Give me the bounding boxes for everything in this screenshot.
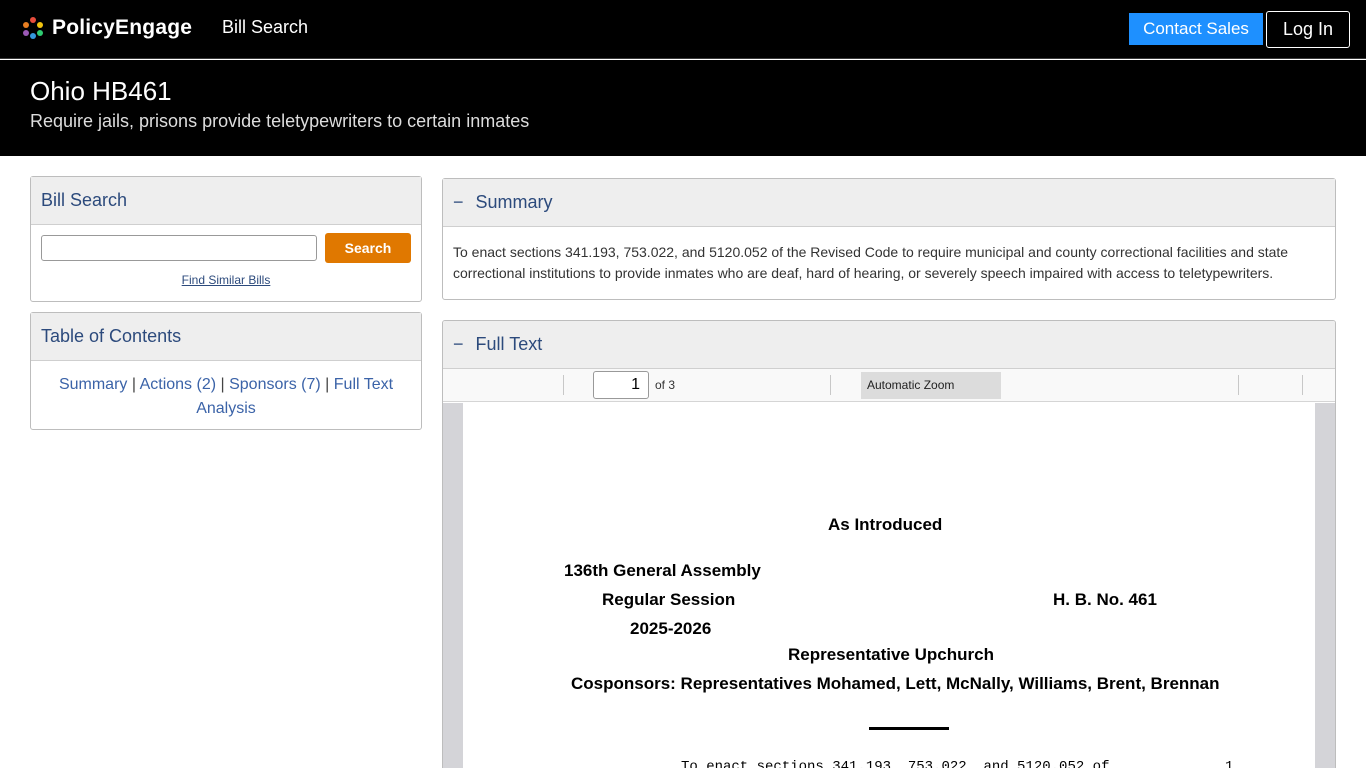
find-similar-bills-link[interactable]: Find Similar Bills	[31, 273, 421, 287]
full-text-header[interactable]: − Full Text	[443, 321, 1335, 369]
toolbar-divider	[1302, 375, 1303, 395]
logo-icon	[22, 17, 44, 39]
collapse-icon[interactable]: −	[453, 334, 464, 355]
toc-separator: |	[220, 376, 225, 393]
brand-name: PolicyEngage	[52, 16, 193, 39]
bill-search-panel: Bill Search Search Find Similar Bills	[30, 176, 422, 302]
search-input[interactable]	[41, 235, 317, 261]
toc-separator: |	[325, 376, 330, 393]
nav-bill-search-link[interactable]: Bill Search	[222, 17, 308, 38]
toc-link-full-text[interactable]: Full Text	[334, 376, 393, 393]
doc-cosponsors: Cosponsors: Representatives Mohamed, Let…	[571, 674, 1220, 693]
zoom-select[interactable]: Automatic Zoom	[861, 372, 1001, 399]
doc-line-number: 1	[1225, 759, 1234, 768]
toc-separator: |	[131, 376, 137, 393]
toc-link-analysis[interactable]: Analysis	[196, 400, 256, 417]
doc-status: As Introduced	[828, 515, 943, 534]
bill-header: Ohio HB461 Require jails, prisons provid…	[0, 60, 1366, 156]
doc-session: Regular Session	[602, 590, 736, 609]
doc-divider	[869, 727, 949, 730]
page-number-input[interactable]	[593, 371, 649, 399]
collapse-icon[interactable]: −	[453, 192, 464, 213]
page-title: Ohio HB461	[30, 76, 172, 106]
toc-link-sponsors[interactable]: Sponsors (7)	[229, 376, 321, 393]
doc-bill-number: H. B. No. 461	[1053, 590, 1157, 609]
doc-sponsor: Representative Upchurch	[788, 645, 994, 664]
summary-header[interactable]: − Summary	[443, 179, 1335, 227]
pdf-page: As Introduced 136th General Assembly Reg…	[463, 403, 1315, 768]
doc-first-line: To enact sections 341.193, 753.022, and …	[681, 759, 1110, 768]
log-in-button[interactable]: Log In	[1266, 11, 1350, 48]
toolbar-divider	[1238, 375, 1239, 395]
top-nav: PolicyEngage Bill Search Contact Sales L…	[0, 0, 1366, 59]
full-text-panel: − Full Text of 3 Automatic Zoom As Intro…	[442, 320, 1336, 768]
page-count: of 3	[655, 378, 676, 392]
brand-logo[interactable]: PolicyEngage	[22, 15, 192, 41]
pdf-toolbar: of 3 Automatic Zoom	[443, 369, 1335, 402]
page-subtitle: Require jails, prisons provide teletypew…	[30, 111, 530, 131]
pdf-viewer[interactable]: As Introduced 136th General Assembly Reg…	[443, 403, 1335, 768]
full-text-heading: Full Text	[475, 334, 543, 354]
summary-heading: Summary	[475, 192, 553, 212]
bill-search-heading: Bill Search	[31, 177, 421, 225]
toc-link-summary[interactable]: Summary	[59, 376, 127, 393]
summary-text: To enact sections 341.193, 753.022, and …	[453, 244, 1289, 281]
toolbar-divider	[830, 375, 831, 395]
table-of-contents-panel: Table of Contents Summary | Actions (2) …	[30, 312, 422, 430]
doc-assembly: 136th General Assembly	[564, 561, 761, 580]
doc-years: 2025-2026	[630, 619, 712, 638]
summary-panel: − Summary To enact sections 341.193, 753…	[442, 178, 1336, 300]
toc-link-actions[interactable]: Actions (2)	[140, 376, 216, 393]
contact-sales-button[interactable]: Contact Sales	[1129, 13, 1263, 45]
toc-heading: Table of Contents	[31, 313, 421, 361]
toc-links: Summary | Actions (2) | Sponsors (7) | F…	[51, 373, 401, 421]
toolbar-divider	[563, 375, 564, 395]
search-button[interactable]: Search	[325, 233, 411, 263]
